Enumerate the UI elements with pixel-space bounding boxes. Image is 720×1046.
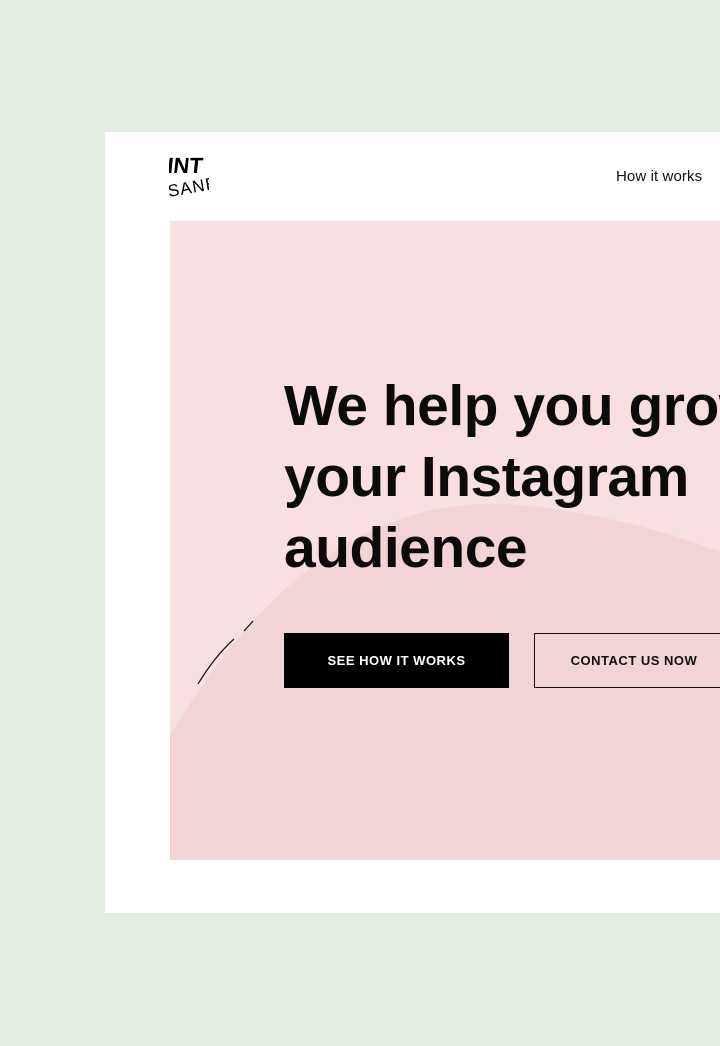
hero-section: We help you grow your Instagram audience… [170, 221, 720, 860]
hero-headline-line-3: audience [284, 516, 528, 580]
website-frame: INT SANE How it works We help you grow y… [105, 132, 720, 913]
logo-mark: INT SANE [169, 153, 209, 201]
page-background: INT SANE How it works We help you grow y… [0, 0, 720, 1046]
hero-headline: We help you grow your Instagram audience [284, 371, 720, 584]
hero-headline-line-2: your Instagram [284, 445, 689, 509]
nav-link-how-it-works[interactable]: How it works [616, 168, 702, 185]
see-how-it-works-button[interactable]: SEE HOW IT WORKS [284, 633, 509, 688]
contact-us-now-button[interactable]: CONTACT US NOW [534, 633, 720, 688]
intsane-logo[interactable]: INT SANE [169, 150, 209, 202]
logo-text-int: INT [169, 153, 205, 178]
hero-headline-line-1: We help you grow [284, 374, 720, 438]
